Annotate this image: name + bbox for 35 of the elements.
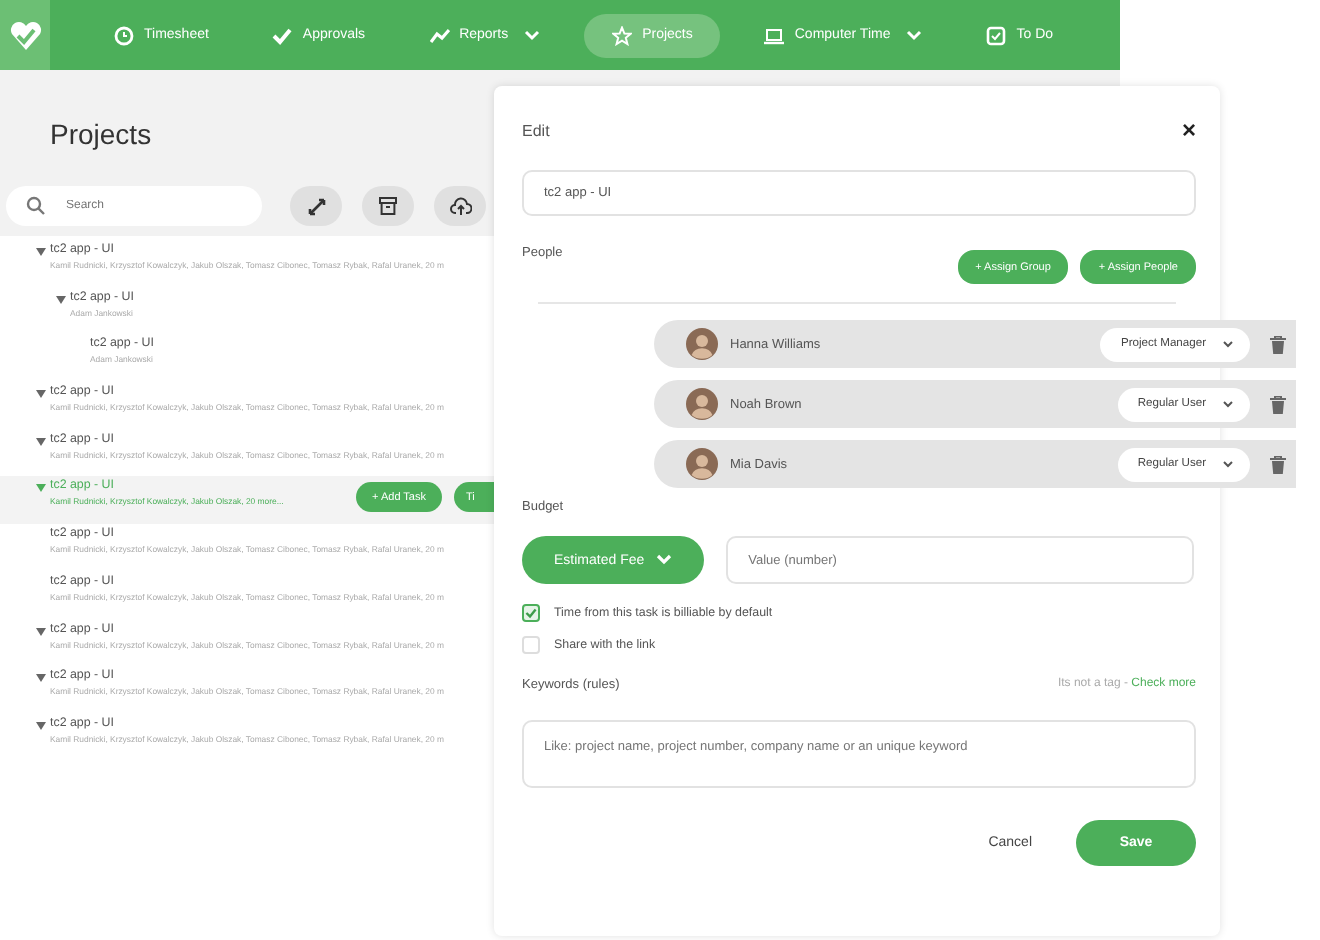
close-button[interactable]: × xyxy=(1181,116,1196,144)
caret-icon[interactable] xyxy=(36,437,46,446)
caret-icon[interactable] xyxy=(36,674,46,683)
cloud-upload-icon xyxy=(449,196,471,216)
star-icon xyxy=(612,25,633,45)
trash-icon[interactable] xyxy=(1270,395,1286,413)
arrows-icon xyxy=(307,197,325,215)
page-title: Projects xyxy=(48,116,152,154)
trash-icon[interactable] xyxy=(1270,335,1286,353)
caret-icon[interactable] xyxy=(56,295,66,304)
dialog-title: Edit xyxy=(522,121,550,139)
search-icon xyxy=(26,196,46,216)
avatar-icon xyxy=(686,388,718,420)
check-icon xyxy=(272,25,293,45)
checkbox-icon xyxy=(986,25,1007,45)
caret-icon xyxy=(1222,460,1234,468)
avatar-icon xyxy=(686,448,718,480)
avatar-icon xyxy=(686,328,718,360)
checkbox[interactable] xyxy=(522,604,540,622)
caret-icon[interactable] xyxy=(36,627,46,635)
upload-button[interactable] xyxy=(434,186,486,226)
trash-icon[interactable] xyxy=(1270,455,1286,473)
caret-icon[interactable] xyxy=(36,248,46,256)
archive-icon xyxy=(378,196,398,216)
collapse-button[interactable] xyxy=(290,186,342,226)
caret-icon[interactable] xyxy=(36,390,46,399)
clock-icon xyxy=(114,25,134,45)
archive-button[interactable] xyxy=(362,186,414,226)
chevron-icon xyxy=(656,554,673,566)
logo-icon xyxy=(0,0,50,70)
caret-icon[interactable] xyxy=(36,721,46,730)
caret-icon xyxy=(1222,340,1234,348)
caret-icon xyxy=(1222,400,1234,408)
chart-icon xyxy=(429,25,450,45)
laptop-icon xyxy=(764,25,785,45)
